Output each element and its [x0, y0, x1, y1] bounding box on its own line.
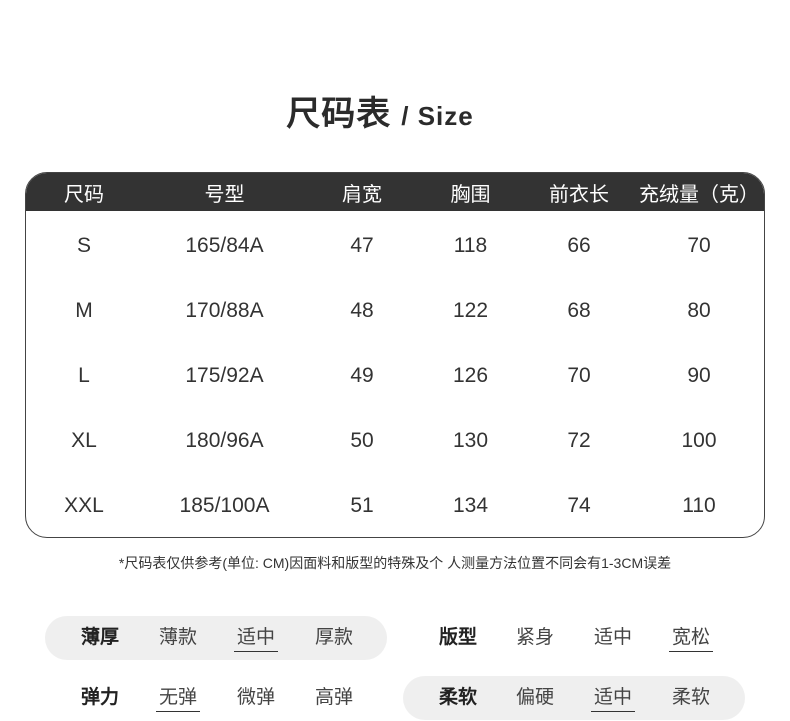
table-row: M 170/88A 48 122 68 80 [26, 278, 764, 343]
cell-shoulder: 49 [350, 363, 374, 387]
elasticity-option-slight: 微弹 [236, 687, 275, 708]
cell-down-fill: 110 [682, 493, 716, 517]
cell-size: M [75, 298, 93, 322]
softness-option-medium-selected: 适中 [591, 685, 635, 712]
size-table: 尺码 号型 肩宽 胸围 前衣长 充绒量（克） S 165/84A 47 118 … [25, 172, 765, 538]
cell-size: S [76, 233, 91, 257]
cell-down-fill: 80 [687, 298, 711, 322]
cell-model: 185/100A [179, 493, 270, 517]
header-shoulder: 肩宽 [342, 183, 382, 206]
softness-label: 柔软 [438, 687, 477, 708]
cell-chest: 118 [453, 233, 488, 257]
cell-model: 175/92A [185, 363, 264, 387]
page-title: 尺码表 / Size [0, 86, 760, 135]
cell-length: 74 [567, 493, 591, 517]
cell-down-fill: 90 [687, 363, 711, 387]
header-length: 前衣长 [549, 183, 609, 206]
elasticity-option-high: 高弹 [314, 687, 353, 708]
cell-down-fill: 100 [681, 428, 717, 452]
cell-model: 165/84A [185, 233, 264, 257]
header-size: 尺码 [64, 183, 104, 206]
cell-chest: 126 [452, 363, 489, 387]
table-body: S 165/84A 47 118 66 70 M 170/88A 48 122 … [26, 211, 764, 537]
header-chest: 胸围 [450, 183, 491, 206]
cell-length: 68 [567, 298, 591, 322]
fit-option-regular: 适中 [593, 627, 632, 648]
table-row: S 165/84A 47 118 66 70 [26, 213, 764, 278]
header-down-fill: 充绒量（克） [639, 183, 759, 206]
fit-label: 版型 [438, 627, 477, 648]
cell-chest: 122 [452, 298, 489, 322]
table-row: L 175/92A 49 126 70 90 [26, 343, 764, 408]
cell-model: 170/88A [185, 298, 264, 322]
cell-size: XL [71, 428, 97, 452]
thickness-option-thick: 厚款 [314, 627, 353, 648]
cell-model: 180/96A [185, 428, 264, 452]
softness-option-soft: 柔软 [671, 687, 710, 708]
thickness-option-medium-selected: 适中 [234, 625, 278, 652]
elasticity-label: 弹力 [80, 687, 119, 708]
cell-chest: 130 [452, 428, 489, 452]
cell-shoulder: 47 [350, 233, 374, 257]
cell-shoulder: 50 [350, 428, 374, 452]
cell-length: 72 [567, 428, 591, 452]
thickness-label: 薄厚 [80, 627, 119, 648]
header-model: 号型 [204, 183, 245, 206]
cell-length: 66 [567, 233, 591, 257]
title-en: / Size [401, 101, 474, 131]
cell-shoulder: 51 [350, 493, 374, 517]
fit-option-slim: 紧身 [515, 627, 554, 648]
table-row: XL 180/96A 50 130 72 100 [26, 408, 764, 473]
table-row: XXL 185/100A 51 134 74 110 [26, 473, 764, 537]
cell-chest: 134 [452, 493, 489, 517]
table-header: 尺码 号型 肩宽 胸围 前衣长 充绒量（克） [26, 173, 764, 211]
fit-option-loose-selected: 宽松 [669, 625, 713, 652]
elasticity-option-none-selected: 无弹 [156, 685, 200, 712]
title-cn: 尺码表 [286, 95, 392, 133]
cell-down-fill: 70 [687, 233, 711, 257]
size-note: *尺码表仅供参考(单位: CM)因面料和版型的特殊及个 人测量方法位置不同会有1… [118, 555, 672, 571]
cell-size: XXL [64, 493, 104, 517]
thickness-option-thin: 薄款 [158, 627, 197, 648]
cell-shoulder: 48 [350, 298, 374, 322]
cell-length: 70 [567, 363, 591, 387]
cell-size: L [78, 363, 90, 387]
softness-option-firm: 偏硬 [515, 687, 554, 708]
